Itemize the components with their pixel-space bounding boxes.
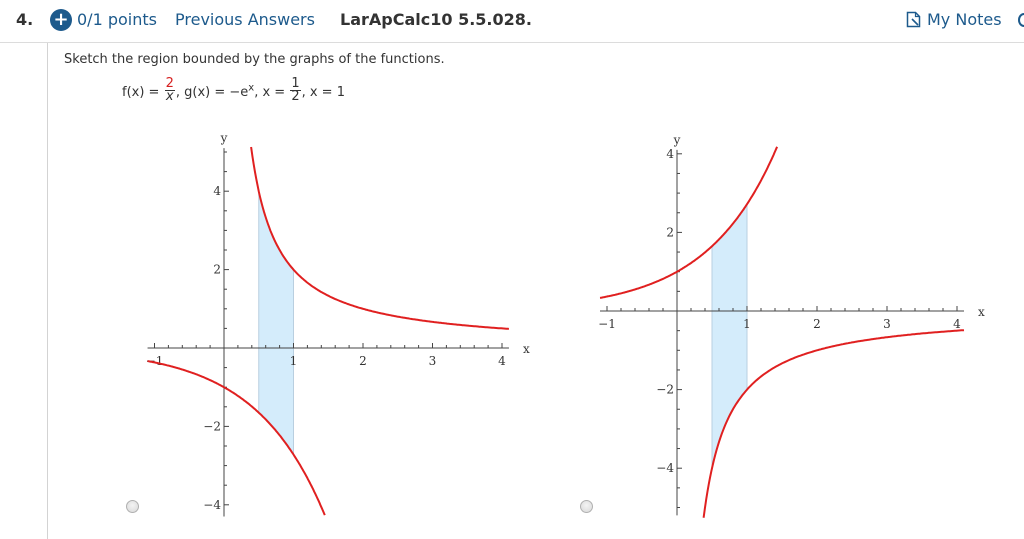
radio-option-a[interactable] (126, 500, 139, 513)
x-tick-label: 3 (883, 317, 891, 331)
x-axis-label: x (978, 305, 985, 319)
curve-e-x (599, 146, 779, 299)
radio-option-b[interactable] (580, 500, 593, 513)
y-tick-label: 2 (666, 225, 674, 239)
x-tick-label: 4 (953, 317, 961, 331)
x-tick-label: −1 (598, 317, 616, 331)
shaded-region (712, 204, 747, 469)
y-tick-label: −2 (656, 383, 674, 397)
x-tick-label: 2 (813, 317, 821, 331)
y-tick-label: 4 (666, 147, 674, 161)
x-tick-label: 1 (743, 317, 751, 331)
y-tick-label: −4 (656, 461, 674, 475)
y-axis-label: y (673, 133, 681, 147)
graph-option-b: −1 1 2 3 4 4 2 −2 −4 x y (598, 133, 985, 518)
